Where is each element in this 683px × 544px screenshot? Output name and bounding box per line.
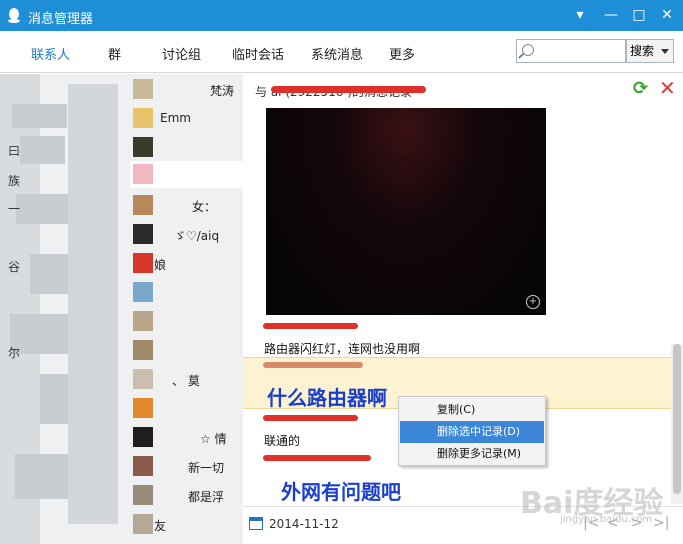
menu-item-delete-selected[interactable]: 删除选中记录(D) [400, 421, 544, 443]
context-menu: 复制(C) 删除选中记录(D) 删除更多记录(M) [398, 396, 546, 466]
avatar [133, 224, 153, 244]
close-button[interactable]: ✕ [657, 6, 677, 24]
blurred-area [12, 104, 67, 128]
left-name-glyph: 尔 [8, 346, 21, 360]
menu-item-copy[interactable]: 复制(C) [400, 399, 544, 421]
left-name-glyph: 谷 [8, 260, 21, 274]
contact-name: 女： [192, 200, 217, 214]
avatar [133, 282, 153, 302]
message-text-large: 外网有问题吧 [281, 480, 401, 504]
message-text-large: 什么路由器啊 [267, 386, 387, 410]
tab-bar: 联系人 群 讨论组 临时会话 系统消息 更多 搜索 [0, 31, 683, 73]
avatar [133, 311, 153, 331]
search-icon [522, 44, 534, 56]
contact-item[interactable] [130, 279, 243, 306]
avatar [133, 108, 153, 128]
menu-item-delete-more[interactable]: 删除更多记录(M) [400, 443, 544, 465]
contact-item[interactable]: ゞ♡/aiq [130, 221, 243, 248]
avatar [133, 398, 153, 418]
avatar [133, 369, 153, 389]
message-image[interactable]: + [266, 108, 546, 315]
chevron-down-icon [661, 49, 669, 54]
tab-more[interactable]: 更多 [389, 44, 415, 63]
contact-item[interactable]: Emm [130, 105, 243, 132]
menu-dropdown-icon[interactable]: ▾ [570, 6, 590, 24]
contact-item-selected[interactable] [130, 161, 243, 188]
redaction-scribble [263, 415, 358, 421]
avatar [133, 514, 153, 534]
contact-item[interactable]: 女： [130, 192, 243, 219]
avatar [133, 456, 153, 476]
qq-penguin-icon [8, 8, 20, 23]
redaction-scribble [263, 323, 358, 329]
contact-name: 友 [154, 519, 167, 533]
delete-icon[interactable]: ✕ [659, 78, 677, 98]
avatar [133, 195, 153, 215]
left-name-glyph: 一 [8, 202, 21, 216]
redaction-scribble [263, 455, 371, 461]
minimize-button[interactable]: — [601, 6, 621, 24]
tab-discussions[interactable]: 讨论组 [162, 44, 201, 63]
search-button-label: 搜索 [630, 44, 655, 58]
contact-item[interactable]: 友 [130, 511, 243, 538]
avatar [133, 485, 153, 505]
blurred-area [68, 84, 118, 524]
zoom-icon[interactable]: + [526, 295, 540, 309]
message-text[interactable]: 联通的 [264, 432, 300, 449]
contact-name: ☆ 情 [200, 432, 227, 446]
contact-item[interactable] [130, 308, 243, 335]
window-title: 消息管理器 [28, 12, 94, 27]
history-date[interactable]: 2014-11-12 [269, 517, 339, 531]
blurred-area [20, 136, 65, 164]
tab-groups[interactable]: 群 [108, 44, 121, 63]
contact-list-panel: 曰 族 一 谷 尔 梵涛 Emm 女： ゞ♡/aiq 娘 、 莫 ☆ 情 新一切… [0, 74, 243, 544]
contact-item[interactable]: 梵涛 [130, 76, 243, 103]
scrollbar[interactable] [671, 344, 683, 504]
tab-contacts[interactable]: 联系人 [31, 44, 70, 63]
left-name-glyph: 族 [8, 174, 21, 188]
contact-item[interactable]: 都是浮 [130, 482, 243, 509]
contact-name: 新一切 [188, 461, 225, 475]
avatar [133, 427, 153, 447]
redaction-scribble [263, 362, 363, 368]
watermark-url: jingyan.baidu.com [560, 514, 653, 525]
calendar-icon[interactable] [249, 517, 263, 530]
contact-item[interactable] [130, 134, 243, 161]
contact-item[interactable]: ☆ 情 [130, 424, 243, 451]
contact-item[interactable]: 娘 [130, 250, 243, 277]
redaction-scribble [271, 86, 426, 93]
refresh-icon[interactable]: ⟳ [633, 80, 651, 98]
contact-item[interactable]: 、 莫 [130, 366, 243, 393]
tab-system-messages[interactable]: 系统消息 [311, 44, 363, 63]
contact-item[interactable] [130, 395, 243, 422]
contact-name: Emm [160, 111, 191, 125]
avatar [133, 253, 153, 273]
title-bar: 消息管理器 ▾ — □ ✕ [0, 0, 683, 31]
message-history-panel: 与 ai (2922516 )的消息记录 ⟳ ✕ + 路由器闪红灯，连网也没用啊… [243, 74, 683, 544]
contact-item[interactable] [130, 337, 243, 364]
maximize-button[interactable]: □ [629, 6, 649, 24]
contact-name: ゞ♡/aiq [174, 229, 220, 243]
contact-name: 娘 [154, 258, 167, 272]
scrollbar-thumb[interactable] [673, 344, 681, 494]
contact-name: 梵涛 [210, 84, 235, 98]
avatar [133, 137, 153, 157]
message-text[interactable]: 路由器闪红灯，连网也没用啊 [264, 340, 420, 357]
contact-name: 、 莫 [172, 374, 200, 388]
avatar [133, 164, 153, 184]
tab-temp-sessions[interactable]: 临时会话 [232, 44, 284, 63]
contact-item[interactable]: 新一切 [130, 453, 243, 480]
search-input[interactable] [516, 39, 626, 63]
search-button[interactable]: 搜索 [626, 39, 674, 63]
avatar [133, 79, 153, 99]
left-name-glyph: 曰 [8, 144, 21, 158]
contact-name: 都是浮 [188, 490, 225, 504]
avatar [133, 340, 153, 360]
